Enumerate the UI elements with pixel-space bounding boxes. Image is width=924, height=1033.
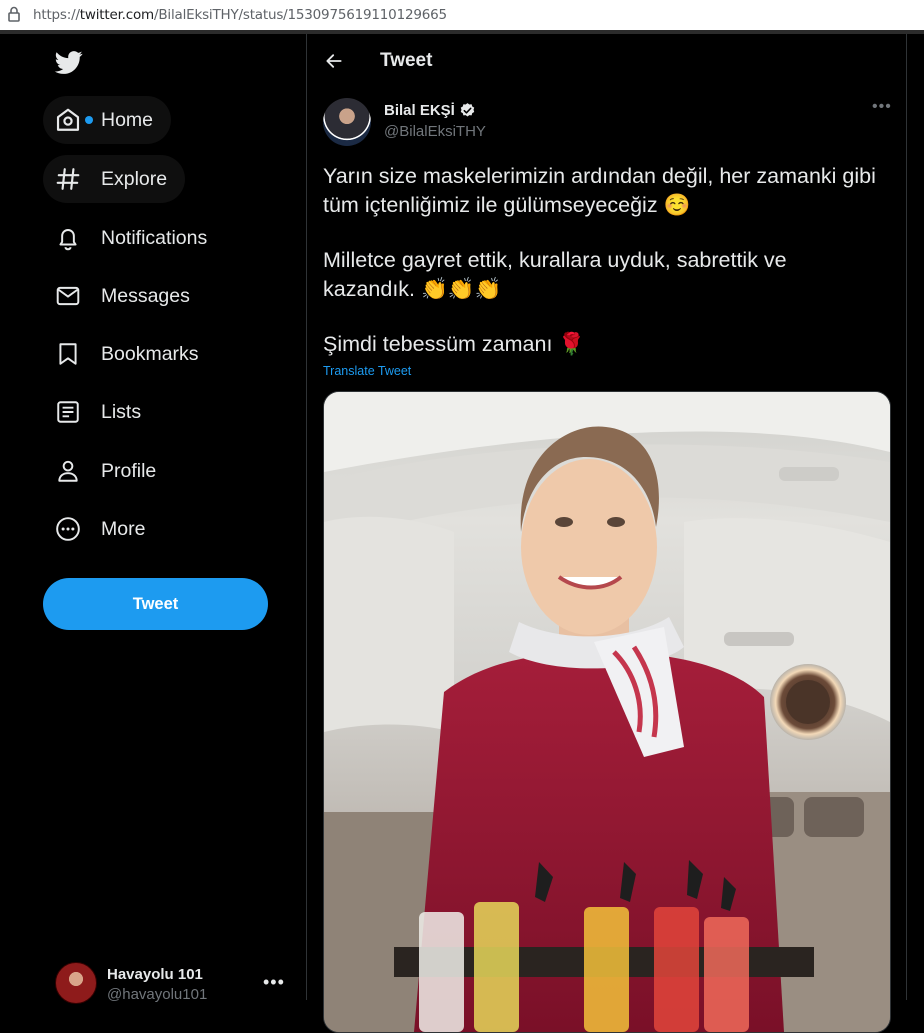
tweet-more-icon[interactable]: ••• [872, 98, 892, 116]
lock-icon [8, 6, 20, 22]
more-circle-icon [56, 517, 80, 541]
sidebar-item-label: More [101, 517, 146, 540]
account-switcher[interactable]: Havayolu 101 @havayolu101 ••• [55, 962, 295, 1012]
sidebar-item-bookmarks[interactable]: Bookmarks [43, 330, 217, 378]
sidebar-item-label: Explore [101, 167, 168, 190]
sidebar-item-label: Messages [101, 284, 190, 307]
url-prefix: https:// [33, 7, 80, 23]
sidebar-item-home[interactable]: Home [43, 96, 172, 144]
author-name-row[interactable]: Bilal EKŞİ [384, 102, 476, 119]
sidebar-item-more[interactable]: More [43, 505, 163, 553]
account-more-icon[interactable]: ••• [263, 972, 285, 993]
sidebar-item-label: Home [101, 108, 154, 131]
sidebar-item-label: Lists [101, 400, 142, 423]
avatar [55, 962, 97, 1004]
browser-address-bar[interactable]: https://twitter.com/BilalEksiTHY/status/… [0, 0, 924, 34]
sidebar-item-explore[interactable]: Explore [43, 155, 186, 203]
account-name: Havayolu 101 [107, 966, 203, 983]
person-icon [58, 460, 78, 482]
author-handle[interactable]: @BilalEksiTHY [384, 123, 486, 140]
bookmark-icon [59, 343, 77, 365]
tweet-photo[interactable] [323, 391, 891, 1033]
sidebar-item-profile[interactable]: Profile [43, 447, 174, 495]
translate-tweet-link[interactable]: Translate Tweet [323, 364, 411, 378]
sidebar-item-messages[interactable]: Messages [43, 272, 208, 320]
envelope-icon [56, 286, 80, 306]
bell-icon [59, 229, 77, 251]
sidebar-item-notifications[interactable]: Notifications [43, 214, 225, 262]
flight-attendant-image [324, 392, 890, 1032]
tweet-paragraph: Şimdi tebessüm zamanı 🌹 [323, 332, 586, 356]
tweet-text: Yarın size maskelerimizin ardından değil… [323, 162, 883, 385]
twitter-bird-icon[interactable] [53, 48, 85, 76]
author-name: Bilal EKŞİ [384, 102, 455, 119]
url-path: /BilalEksiTHY/status/1530975619110129665 [154, 7, 447, 23]
hashtag-icon [56, 168, 80, 190]
notification-dot [85, 116, 93, 124]
url-text[interactable]: https://twitter.com/BilalEksiTHY/status/… [33, 7, 447, 23]
back-arrow-icon[interactable] [324, 51, 344, 71]
sidebar-item-lists[interactable]: Lists [43, 388, 159, 436]
home-icon-wrap [55, 107, 93, 133]
sidebar: Home Explore Notifications Messages Book… [0, 34, 306, 1004]
verified-badge-icon [460, 103, 475, 117]
tweet-detail-column: Tweet Bilal EKŞİ @BilalEksiTHY ••• Yarın… [306, 34, 907, 1033]
home-icon [56, 108, 80, 131]
list-icon [57, 401, 79, 423]
author-avatar[interactable] [323, 98, 371, 146]
tweet-paragraph: Milletce gayret ettik, kurallara uyduk, … [323, 248, 787, 301]
url-host: twitter.com [79, 7, 155, 23]
sidebar-item-label: Notifications [101, 226, 208, 249]
sidebar-item-label: Bookmarks [101, 342, 199, 365]
tweet-button[interactable]: Tweet [43, 578, 268, 630]
page-title: Tweet [380, 50, 433, 71]
account-handle: @havayolu101 [107, 986, 208, 1003]
tweet-paragraph: Yarın size maskelerimizin ardından değil… [323, 164, 876, 217]
sidebar-item-label: Profile [101, 459, 157, 482]
